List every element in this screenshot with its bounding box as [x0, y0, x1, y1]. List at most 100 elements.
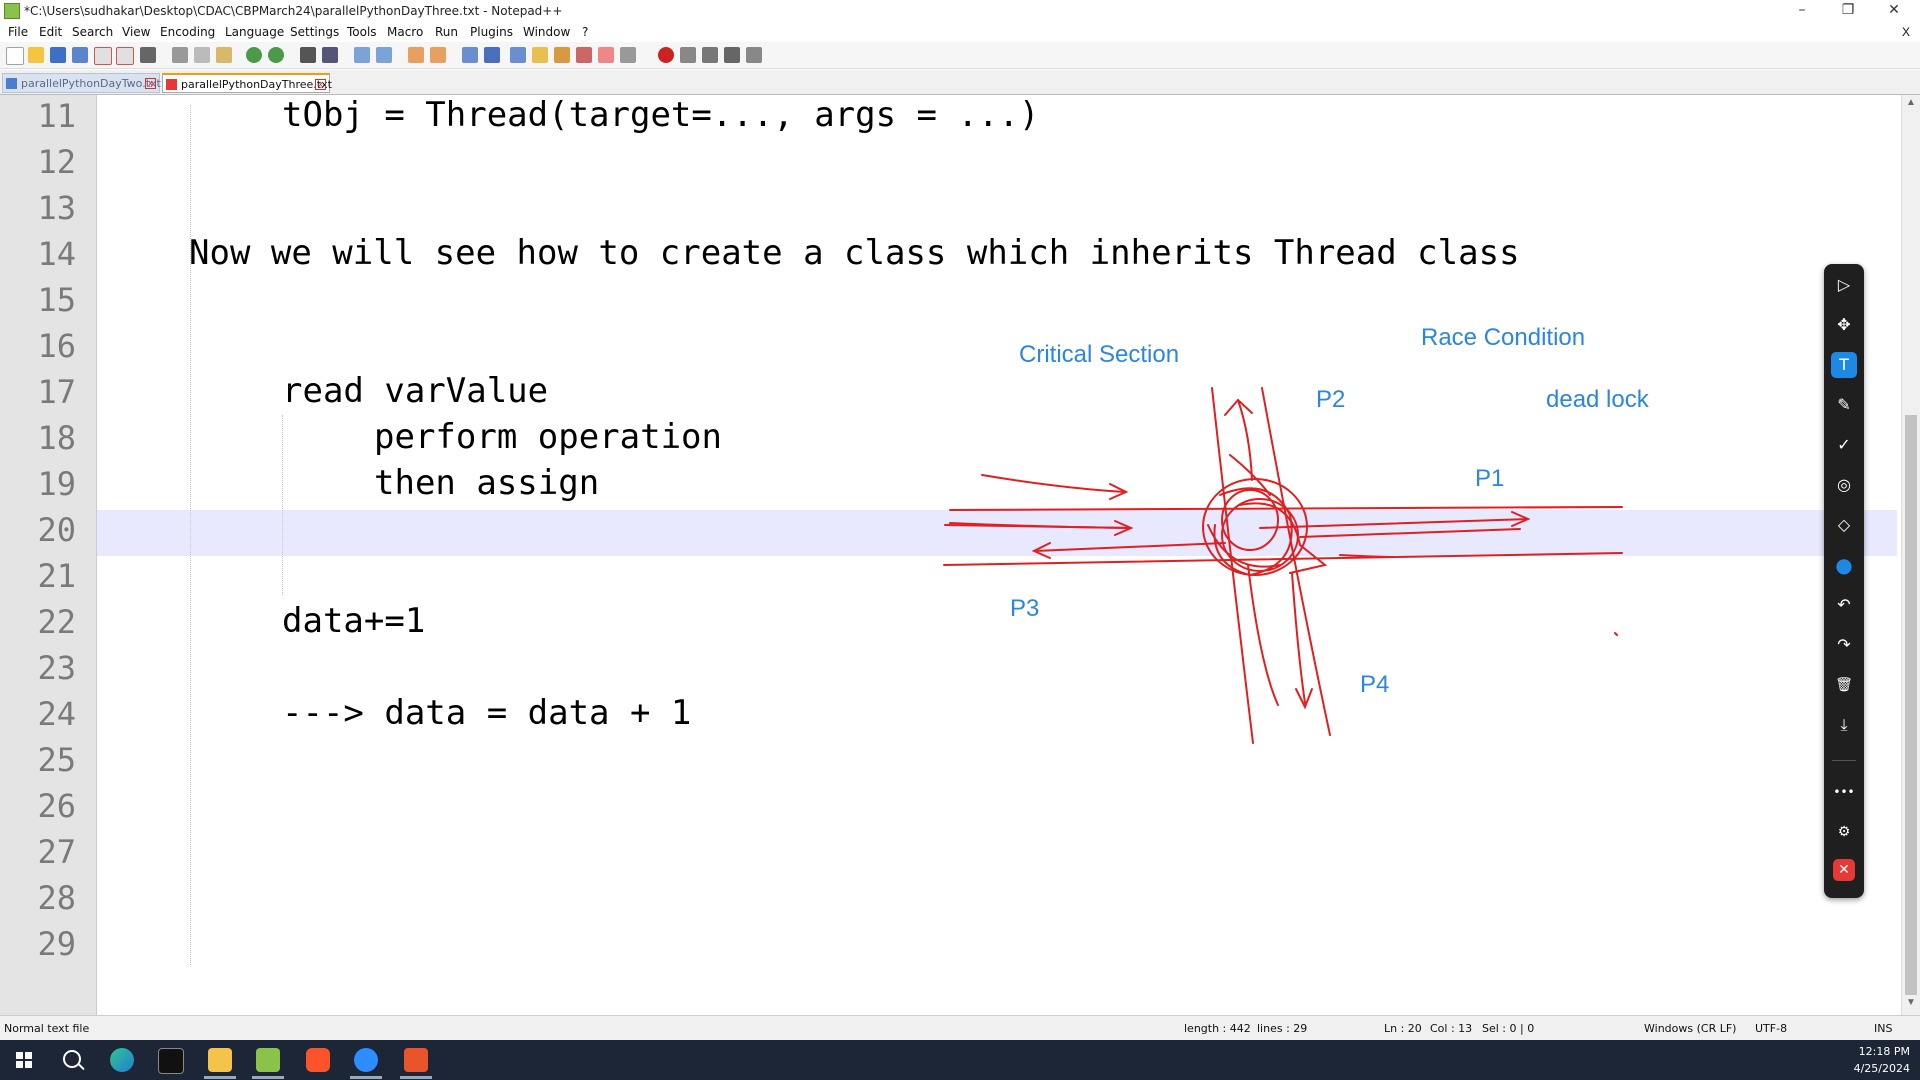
- function-list-icon[interactable]: [554, 47, 570, 63]
- cut-icon[interactable]: [172, 47, 188, 63]
- close-file-icon[interactable]: [94, 47, 112, 65]
- preview-icon[interactable]: [620, 47, 636, 63]
- screenshot-tool-icon[interactable]: [392, 1040, 440, 1080]
- sync-vertical-icon[interactable]: [408, 47, 424, 63]
- indent-guide-icon[interactable]: [510, 47, 526, 63]
- monitoring-icon[interactable]: [598, 47, 614, 63]
- menu-macro[interactable]: Macro: [387, 25, 423, 39]
- scroll-up-arrow-icon[interactable]: ▲: [1902, 97, 1920, 113]
- annotation-p2: P2: [1316, 386, 1346, 413]
- tab-label: parallelPythonDayTwo.txt: [21, 77, 161, 90]
- text-icon[interactable]: T: [1831, 352, 1857, 378]
- user-settings-icon[interactable]: ⚙: [1831, 819, 1857, 845]
- color-dot-icon[interactable]: ●: [1831, 552, 1857, 578]
- undo-icon[interactable]: [246, 47, 262, 63]
- select-arrow-icon[interactable]: ▷: [1831, 272, 1857, 298]
- close-document-button[interactable]: X: [1902, 25, 1910, 39]
- zoom-icon[interactable]: [342, 1040, 390, 1080]
- new-file-icon[interactable]: [6, 47, 24, 65]
- title-bar: *C:\Users\sudhakar\Desktop\CDAC\CBPMarch…: [0, 0, 1920, 22]
- move-icon[interactable]: ✥: [1831, 312, 1857, 338]
- menu-encoding[interactable]: Encoding: [160, 25, 215, 39]
- terminal-icon[interactable]: [146, 1040, 194, 1080]
- replace-icon[interactable]: [322, 47, 338, 63]
- play-macro-icon[interactable]: [702, 47, 718, 63]
- undo-icon[interactable]: ↶: [1831, 592, 1857, 618]
- annotation-critical-section: Critical Section: [1019, 341, 1180, 368]
- menu-language[interactable]: Language: [225, 25, 284, 39]
- status-length: length : 442: [1184, 1022, 1251, 1035]
- window-title: *C:\Users\sudhakar\Desktop\CDAC\CBPMarch…: [24, 4, 563, 18]
- highlighter-icon[interactable]: ◎: [1831, 472, 1857, 498]
- file-tab-icon: [6, 78, 17, 89]
- redo-icon[interactable]: [268, 47, 284, 63]
- minimize-button[interactable]: –: [1784, 0, 1820, 22]
- run-macro-multiple-icon[interactable]: [724, 47, 740, 63]
- search-icon[interactable]: [48, 1040, 96, 1080]
- save-macro-icon[interactable]: [746, 47, 762, 63]
- copy-icon[interactable]: [194, 47, 210, 63]
- tab-parallel-python-day-two[interactable]: parallelPythonDayTwo.txt x: [2, 73, 161, 93]
- menu-file[interactable]: File: [8, 25, 28, 39]
- editor-area[interactable]: 11 12 13 14 15 16 17 18 19 20 21 22 23 2…: [0, 95, 1920, 1015]
- vertical-scrollbar[interactable]: ▲ ▼: [1901, 95, 1920, 1015]
- check-icon[interactable]: ✓: [1831, 432, 1857, 458]
- pen-icon[interactable]: ✎: [1831, 392, 1857, 418]
- menu-view[interactable]: View: [122, 25, 150, 39]
- tab-label: parallelPythonDayThree.txt: [181, 78, 332, 91]
- notepadpp-app-icon: [4, 3, 20, 19]
- annotation-p3: P3: [1010, 595, 1040, 622]
- brave-browser-icon[interactable]: [294, 1040, 342, 1080]
- trash-icon[interactable]: 🗑: [1831, 672, 1857, 698]
- menu-run[interactable]: Run: [435, 25, 458, 39]
- zoom-in-icon[interactable]: [354, 47, 370, 63]
- menu-settings[interactable]: Settings: [290, 25, 339, 39]
- word-wrap-icon[interactable]: [462, 47, 478, 63]
- find-icon[interactable]: [300, 47, 316, 63]
- close-icon[interactable]: ✕: [1833, 859, 1855, 881]
- notepadpp-icon[interactable]: [244, 1040, 292, 1080]
- open-file-icon[interactable]: [28, 47, 44, 63]
- menu-help[interactable]: ?: [582, 25, 588, 39]
- print-icon[interactable]: [140, 47, 156, 63]
- clock-date: 4/25/2024: [1853, 1062, 1910, 1075]
- menu-bar: File Edit Search View Encoding Language …: [0, 22, 1920, 42]
- status-sel: Sel : 0 | 0: [1482, 1022, 1535, 1035]
- save-all-icon[interactable]: [72, 47, 88, 63]
- save-icon[interactable]: [50, 47, 66, 63]
- edge-browser-icon[interactable]: [98, 1040, 146, 1080]
- menu-search[interactable]: Search: [72, 25, 113, 39]
- menu-edit[interactable]: Edit: [39, 25, 62, 39]
- taskbar: 12:18 PM 4/25/2024: [0, 1040, 1920, 1080]
- record-macro-icon[interactable]: [658, 47, 674, 63]
- close-all-icon[interactable]: [116, 47, 134, 65]
- close-tab-icon[interactable]: x: [315, 79, 326, 90]
- windows-start-icon[interactable]: [0, 1040, 48, 1080]
- zoom-out-icon[interactable]: [376, 47, 392, 63]
- close-window-button[interactable]: ✕: [1876, 0, 1912, 22]
- redo-icon[interactable]: ↷: [1831, 632, 1857, 658]
- menu-window[interactable]: Window: [523, 25, 570, 39]
- scrollbar-thumb[interactable]: [1905, 415, 1917, 995]
- more-icon[interactable]: •••: [1831, 779, 1857, 805]
- close-tab-icon[interactable]: x: [145, 78, 156, 89]
- doc-map-icon[interactable]: [532, 47, 548, 63]
- status-bar: Normal text file length : 442 lines : 29…: [0, 1015, 1920, 1040]
- tab-parallel-python-day-three[interactable]: parallelPythonDayThree.txt x: [162, 73, 332, 93]
- toolbar: [0, 42, 1920, 69]
- eraser-icon[interactable]: ◇: [1831, 512, 1857, 538]
- download-icon[interactable]: ⤓: [1831, 712, 1857, 738]
- sync-horizontal-icon[interactable]: [430, 47, 446, 63]
- status-eol: Windows (CR LF): [1644, 1022, 1737, 1035]
- ink-intersection-drawing: [943, 387, 1623, 744]
- folder-workspace-icon[interactable]: [576, 47, 592, 63]
- paste-icon[interactable]: [216, 47, 232, 63]
- pen-annotation-toolbar: ▷ ✥ T ✎ ✓ ◎ ◇ ● ↶ ↷ 🗑 ⤓ ••• ⚙ ✕: [1824, 264, 1864, 898]
- menu-tools[interactable]: Tools: [347, 25, 377, 39]
- file-explorer-icon[interactable]: [196, 1040, 244, 1080]
- menu-plugins[interactable]: Plugins: [470, 25, 513, 39]
- stop-macro-icon[interactable]: [680, 47, 696, 63]
- show-all-chars-icon[interactable]: [484, 47, 500, 63]
- restore-button[interactable]: ❐: [1830, 0, 1866, 22]
- scroll-down-arrow-icon[interactable]: ▼: [1902, 997, 1920, 1013]
